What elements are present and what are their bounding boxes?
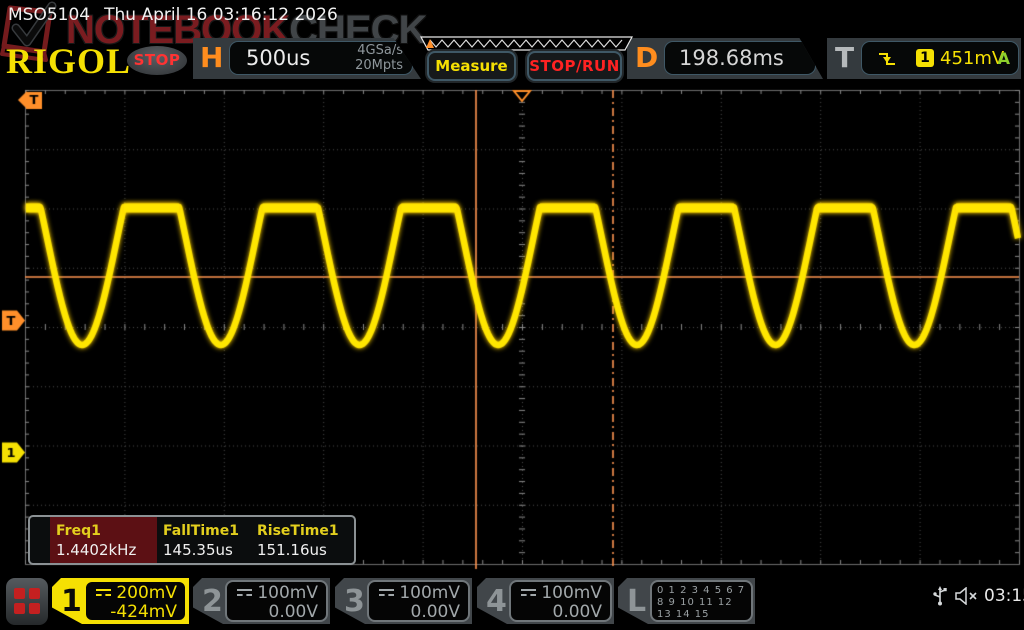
oscilloscope-screen: MSO5104Thu April 16 03:16:12 2026 RIGOL … xyxy=(0,0,1024,630)
stop-run-button[interactable]: STOP/RUN xyxy=(527,51,622,81)
quick-menu-button[interactable] xyxy=(6,578,48,625)
measurement-value: 1.4402kHz xyxy=(56,541,157,560)
channel-4-tab[interactable]: 4 100mV 0.00V xyxy=(477,578,614,624)
clock-text: 03:15 xyxy=(984,586,1024,606)
sample-rate: 4GSa/s xyxy=(357,43,403,58)
usb-icon xyxy=(932,586,948,606)
model-name: MSO5104 xyxy=(8,5,90,25)
digital-row2: 8 9 10 11 12 13 14 15 xyxy=(657,597,751,621)
dc-coupling-icon xyxy=(379,589,394,598)
digital-channels-tab[interactable]: L 0 1 2 3 4 5 6 7 8 9 10 11 12 13 14 15 xyxy=(618,578,755,624)
measurement-risetime1[interactable]: RiseTime1 151.16us xyxy=(251,517,350,563)
timebase-value[interactable]: 500us xyxy=(246,46,310,70)
channel-number: 2 xyxy=(202,584,223,619)
digital-row1: 0 1 2 3 4 5 6 7 xyxy=(657,585,751,597)
measure-button[interactable]: Measure xyxy=(427,51,516,81)
measurement-label: RiseTime1 xyxy=(257,521,350,541)
grid-menu-icon xyxy=(14,588,40,614)
dc-coupling-icon xyxy=(521,589,536,598)
rigol-logo: RIGOL xyxy=(6,40,131,82)
measurement-freq1[interactable]: Freq1 1.4402kHz xyxy=(50,517,157,563)
run-state-badge[interactable]: STOP xyxy=(127,46,187,75)
measurement-label: FallTime1 xyxy=(163,521,251,541)
speaker-muted-icon[interactable] xyxy=(954,587,980,605)
channel-offset: 0.00V xyxy=(511,603,602,622)
trigger-source-badge: 1 xyxy=(916,49,934,67)
trigger-panel[interactable]: T 1 451mV A xyxy=(827,38,1021,79)
horizontal-panel[interactable]: H 500us 4GSa/s 20Mpts xyxy=(193,38,421,79)
channel-2-tab[interactable]: 2 100mV 0.00V xyxy=(193,578,330,624)
channel-offset: 0.00V xyxy=(227,603,318,622)
measurement-value: 145.35us xyxy=(163,541,251,560)
trigger-mode: A xyxy=(998,49,1010,68)
channel-1-tab[interactable]: 1 200mV -424mV xyxy=(52,578,189,624)
dc-coupling-icon xyxy=(96,589,111,598)
status-bar: MSO5104 Thu April 16 03:16:12 2026 xyxy=(0,0,1024,30)
channel-bar: 1 200mV -424mV 2 100mV 0.00V 3 100mV 0.0… xyxy=(0,575,1024,630)
delay-value[interactable]: 198.68ms xyxy=(679,46,784,70)
channel-3-tab[interactable]: 3 100mV 0.00V xyxy=(335,578,472,624)
channel-offset: 0.00V xyxy=(369,603,460,622)
trigger-level-value[interactable]: 451mV xyxy=(940,48,1004,69)
delay-panel[interactable]: D 198.68ms xyxy=(627,38,823,79)
falling-edge-icon xyxy=(876,49,898,69)
h-label: H xyxy=(200,41,223,74)
dc-coupling-icon xyxy=(237,589,252,598)
channel-scale: 100mV xyxy=(541,583,602,603)
datetime-text: Thu April 16 03:16:12 2026 xyxy=(104,5,338,25)
channel-number: 1 xyxy=(61,584,82,619)
measurement-falltime1[interactable]: FallTime1 145.35us xyxy=(157,517,251,563)
channel-scale: 100mV xyxy=(399,583,460,603)
measurement-value: 151.16us xyxy=(257,541,350,560)
channel-scale: 200mV xyxy=(116,583,177,603)
channel-offset: -424mV xyxy=(86,603,177,622)
digital-label: L xyxy=(627,584,646,619)
t-label: T xyxy=(835,41,854,74)
measurement-panel: Freq1 1.4402kHz FallTime1 145.35us RiseT… xyxy=(28,515,356,565)
memory-position-bar[interactable] xyxy=(420,36,634,52)
channel-number: 4 xyxy=(486,584,507,619)
d-label: D xyxy=(635,41,658,74)
memory-depth: 20Mpts xyxy=(355,58,403,73)
measurement-panel-edge xyxy=(30,517,50,563)
channel-number: 3 xyxy=(344,584,365,619)
channel-scale: 100mV xyxy=(257,583,318,603)
measurement-label: Freq1 xyxy=(56,521,157,541)
